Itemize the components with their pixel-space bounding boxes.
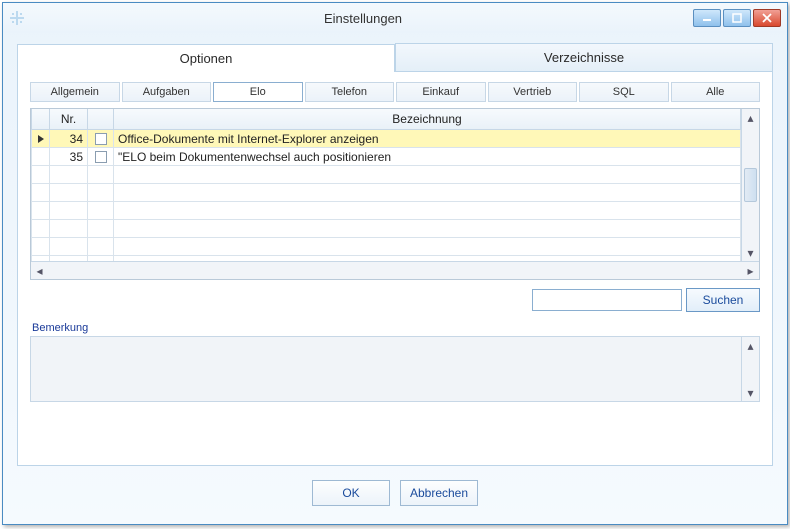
window-controls [693,9,781,27]
sub-tabs: AllgemeinAufgabenEloTelefonEinkaufVertri… [30,82,760,102]
table-row[interactable]: 35 "ELO beim Dokumentenwechsel auch posit… [32,148,741,166]
scroll-up-icon[interactable]: ▴ [742,337,759,354]
sub-tab-einkauf[interactable]: Einkauf [396,82,486,102]
scroll-up-icon[interactable]: ▴ [742,109,759,126]
grid-vertical-scrollbar[interactable]: ▴ ▾ [741,109,759,261]
titlebar: Einstellungen [3,3,787,33]
scroll-down-icon[interactable]: ▾ [742,244,759,261]
remark-scrollbar[interactable]: ▴ ▾ [741,337,759,401]
scroll-right-icon[interactable]: ▸ [742,262,759,279]
table-row[interactable]: . [32,220,741,238]
grid-horizontal-scrollbar[interactable]: ◂ ▸ [31,261,759,279]
table-row[interactable]: . [32,202,741,220]
sub-tab-elo[interactable]: Elo [213,82,303,102]
main-tab-optionen[interactable]: Optionen [17,44,395,72]
maximize-button[interactable] [723,9,751,27]
grid-table[interactable]: Nr. Bezeichnung 34 Office-Dokumente mit I… [31,109,741,261]
row-indicator [32,130,50,148]
cancel-button[interactable]: Abbrechen [400,480,478,506]
search-input[interactable] [532,289,682,311]
scroll-down-icon[interactable]: ▾ [742,384,759,401]
sub-tab-vertrieb[interactable]: Vertrieb [488,82,578,102]
main-tabs: OptionenVerzeichnisse [17,43,773,72]
dialog-footer: OK Abbrechen [17,466,773,516]
table-row[interactable]: 34 Office-Dokumente mit Internet-Explorer… [32,130,741,148]
col-bezeichnung[interactable]: Bezeichnung [114,109,741,130]
scroll-thumb[interactable] [744,168,757,202]
ok-button[interactable]: OK [312,480,390,506]
search-row: Suchen [30,288,760,312]
col-checkbox[interactable] [88,109,114,130]
tab-panel-optionen: AllgemeinAufgabenEloTelefonEinkaufVertri… [17,72,773,466]
cell-nr[interactable]: 34 [50,130,88,148]
col-nr[interactable]: Nr. [50,109,88,130]
cell-checkbox[interactable] [88,130,114,148]
app-icon [9,10,25,26]
remark-textarea[interactable] [31,337,741,401]
row-indicator [32,148,50,166]
content-area: OptionenVerzeichnisse AllgemeinAufgabenE… [3,33,787,524]
main-tab-verzeichnisse[interactable]: Verzeichnisse [395,43,773,71]
table-row[interactable]: . [32,256,741,262]
cell-checkbox[interactable] [88,148,114,166]
remark-label: Bemerkung [32,322,760,334]
table-row[interactable]: . [32,184,741,202]
cell-nr[interactable]: 35 [50,148,88,166]
scroll-left-icon[interactable]: ◂ [31,262,48,279]
sub-tab-alle[interactable]: Alle [671,82,761,102]
col-indicator [32,109,50,130]
minimize-button[interactable] [693,9,721,27]
remark-box: ▴ ▾ [30,336,760,402]
sub-tab-sql[interactable]: SQL [579,82,669,102]
cell-bezeichnung[interactable]: Office-Dokumente mit Internet-Explorer a… [114,130,741,148]
options-grid: Nr. Bezeichnung 34 Office-Dokumente mit I… [30,108,760,280]
close-button[interactable] [753,9,781,27]
window-title: Einstellungen [33,11,693,26]
sub-tab-telefon[interactable]: Telefon [305,82,395,102]
settings-window: Einstellungen OptionenVerzeichnisse Allg… [2,2,788,525]
sub-tab-allgemein[interactable]: Allgemein [30,82,120,102]
search-button[interactable]: Suchen [686,288,760,312]
table-row[interactable]: . [32,238,741,256]
cell-bezeichnung[interactable]: "ELO beim Dokumentenwechsel auch positio… [114,148,741,166]
table-row[interactable]: . [32,166,741,184]
sub-tab-aufgaben[interactable]: Aufgaben [122,82,212,102]
